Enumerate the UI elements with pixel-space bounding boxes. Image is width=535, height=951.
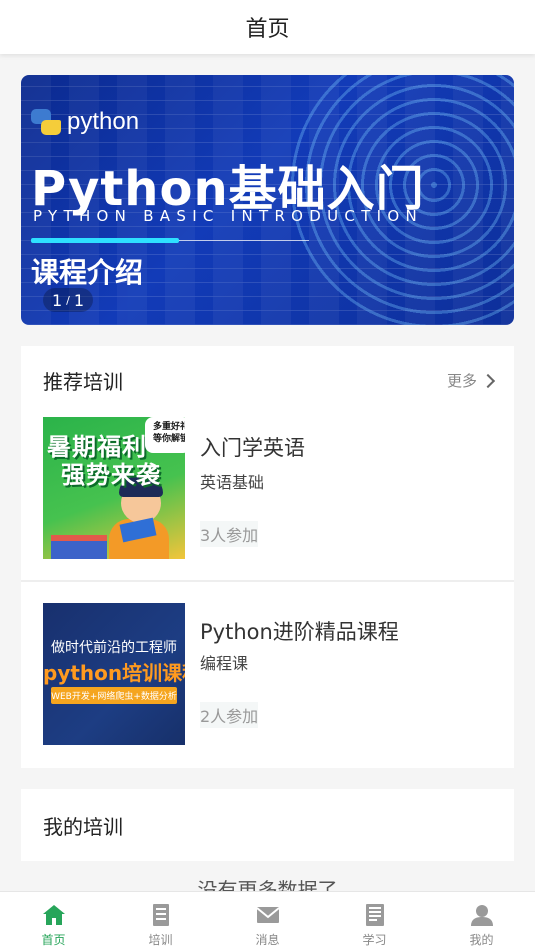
pager-separator: / bbox=[66, 293, 70, 307]
banner-pager: 1 / 1 bbox=[43, 288, 93, 312]
thumbnail-badge: 多重好礼等你解锁 bbox=[145, 417, 185, 453]
thumbnail-headline: 做时代前沿的工程师 bbox=[51, 640, 177, 656]
user-icon bbox=[470, 905, 493, 926]
course-item[interactable]: 暑期福利 强势来袭 多重好礼等你解锁 入门学英语 英语基础 3人参加 bbox=[21, 396, 514, 582]
top-header: 首页 bbox=[0, 0, 535, 54]
banner-tagline: 课程介绍 bbox=[31, 256, 144, 289]
mail-icon bbox=[255, 907, 280, 923]
thumbnail-subheadline: python培训课程 bbox=[43, 661, 185, 685]
course-thumbnail: 做时代前沿的工程师 python培训课程 WEB开发+网络爬虫+数据分析 bbox=[43, 603, 185, 745]
page-title: 首页 bbox=[245, 17, 290, 42]
course-name: Python进阶精品课程 bbox=[200, 620, 399, 644]
tab-label: 我的 bbox=[469, 933, 494, 947]
my-training-section: 我的培训 bbox=[21, 789, 514, 861]
course-category: 英语基础 bbox=[200, 473, 265, 492]
course-participants: 3人参加 bbox=[200, 521, 259, 547]
more-label: 更多 bbox=[446, 372, 477, 390]
tab-label: 首页 bbox=[41, 933, 66, 947]
chevron-right-icon bbox=[480, 373, 496, 388]
course-name: 入门学英语 bbox=[200, 436, 305, 460]
banner-subtitle: PYTHON BASIC INTRODUCTION bbox=[33, 207, 424, 225]
banner-accent-line bbox=[31, 238, 179, 243]
section-title: 我的培训 bbox=[43, 815, 123, 839]
bottom-tab-bar: 首页 培训 消息 学习 我的 bbox=[0, 891, 535, 951]
python-logo-text: python bbox=[67, 108, 140, 135]
books-illustration bbox=[51, 535, 107, 559]
document-icon bbox=[152, 904, 169, 926]
pager-current: 1 bbox=[51, 290, 63, 310]
tab-messages[interactable]: 消息 bbox=[214, 892, 321, 951]
tab-label: 学习 bbox=[362, 933, 387, 947]
thumbnail-tagline: WEB开发+网络爬虫+数据分析 bbox=[51, 687, 177, 704]
tab-label: 培训 bbox=[148, 933, 173, 947]
python-logo-icon bbox=[31, 109, 61, 135]
python-logo: python bbox=[31, 108, 139, 136]
course-participants: 2人参加 bbox=[200, 702, 259, 728]
thumbnail-subheadline: 强势来袭 bbox=[61, 461, 161, 489]
banner-carousel[interactable]: python Python基础入门 PYTHON BASIC INTRODUCT… bbox=[21, 75, 514, 325]
recommended-header: 推荐培训 更多 bbox=[43, 366, 496, 395]
banner-divider-line bbox=[179, 240, 309, 241]
tab-label: 消息 bbox=[255, 933, 280, 947]
course-thumbnail: 暑期福利 强势来袭 多重好礼等你解锁 bbox=[43, 417, 185, 559]
home-icon bbox=[42, 905, 65, 925]
course-info: 入门学英语 英语基础 3人参加 bbox=[200, 432, 305, 547]
tab-profile[interactable]: 我的 bbox=[428, 892, 535, 951]
tab-study[interactable]: 学习 bbox=[321, 892, 428, 951]
pager-total: 1 bbox=[73, 290, 85, 310]
section-title: 推荐培训 bbox=[43, 370, 123, 394]
tab-home[interactable]: 首页 bbox=[0, 892, 107, 951]
course-category: 编程课 bbox=[200, 654, 249, 673]
course-info: Python进阶精品课程 编程课 2人参加 bbox=[200, 616, 399, 728]
tab-training[interactable]: 培训 bbox=[107, 892, 214, 951]
recommended-section: 推荐培训 更多 暑期福利 强势来袭 多重好礼等你解锁 入门学英语 英语基础 3人… bbox=[21, 346, 514, 768]
more-link[interactable]: 更多 bbox=[446, 370, 496, 391]
course-item[interactable]: 做时代前沿的工程师 python培训课程 WEB开发+网络爬虫+数据分析 Pyt… bbox=[21, 582, 514, 768]
book-icon bbox=[365, 904, 384, 926]
